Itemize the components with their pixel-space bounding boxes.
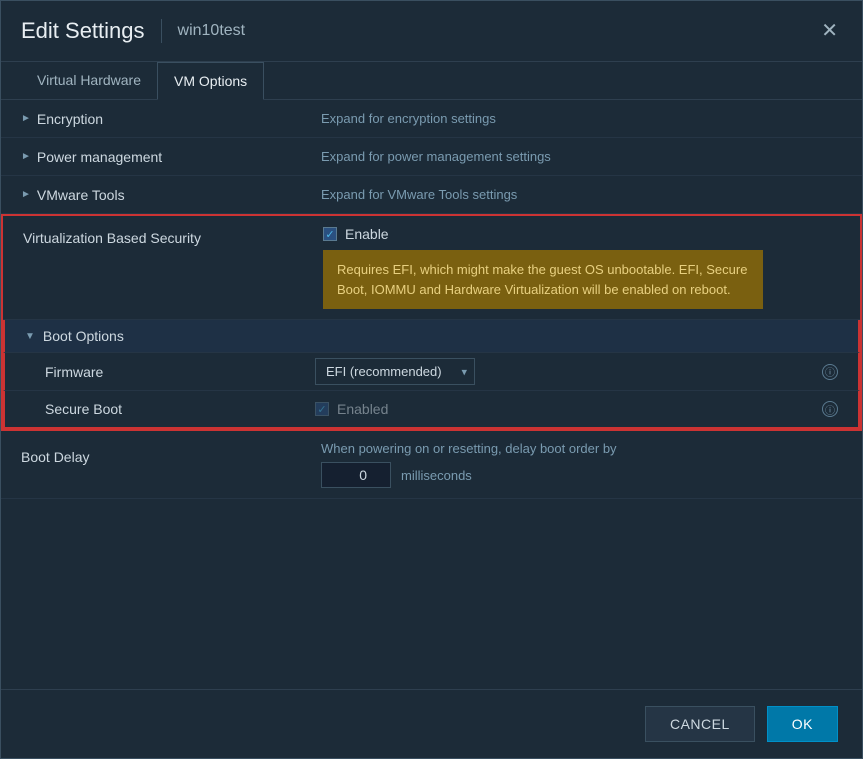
boot-options-chevron: ▼ — [25, 331, 35, 342]
content-area: ► Encryption Expand for encryption setti… — [1, 100, 862, 689]
boot-delay-controls: When powering on or resetting, delay boo… — [321, 441, 617, 488]
vmware-tools-label: ► VMware Tools — [21, 187, 321, 203]
vbs-enable-row: ✓ Enable — [323, 226, 763, 242]
milliseconds-label: milliseconds — [401, 468, 472, 483]
vbs-row: Virtualization Based Security ✓ Enable R… — [3, 216, 860, 320]
vbs-enable-checkbox[interactable]: ✓ — [323, 227, 337, 241]
secure-boot-value: Enabled — [337, 401, 388, 417]
tab-virtual-hardware[interactable]: Virtual Hardware — [21, 62, 157, 100]
power-management-chevron: ► — [21, 151, 31, 162]
tab-bar: Virtual Hardware VM Options — [1, 62, 862, 100]
vbs-warning: Requires EFI, which might make the guest… — [323, 250, 763, 309]
vbs-enable-label: Enable — [345, 226, 389, 242]
firmware-info-icon[interactable]: ⓘ — [822, 364, 838, 380]
vbs-label: Virtualization Based Security — [23, 226, 323, 246]
firmware-row: Firmware EFI (recommended) ⓘ — [3, 353, 860, 391]
close-button[interactable]: ✕ — [817, 17, 842, 45]
power-management-label: ► Power management — [21, 149, 321, 165]
secure-boot-check-mark: ✓ — [317, 403, 326, 416]
vmware-tools-description: Expand for VMware Tools settings — [321, 187, 517, 202]
boot-delay-description: When powering on or resetting, delay boo… — [321, 441, 617, 456]
dialog-title: Edit Settings — [21, 18, 145, 44]
edit-settings-dialog: Edit Settings win10test ✕ Virtual Hardwa… — [0, 0, 863, 759]
firmware-select-wrapper: EFI (recommended) — [315, 358, 475, 385]
vmware-tools-chevron: ► — [21, 189, 31, 200]
check-mark: ✓ — [325, 228, 334, 241]
firmware-label: Firmware — [45, 364, 315, 380]
ok-button[interactable]: OK — [767, 706, 838, 742]
secure-boot-checkbox-row: ✓ Enabled — [315, 401, 388, 417]
cancel-button[interactable]: CANCEL — [645, 706, 755, 742]
vbs-section: Virtualization Based Security ✓ Enable R… — [1, 214, 862, 431]
encryption-description: Expand for encryption settings — [321, 111, 496, 126]
dialog-footer: CANCEL OK — [1, 689, 862, 758]
power-management-description: Expand for power management settings — [321, 149, 551, 164]
secure-boot-info-icon[interactable]: ⓘ — [822, 401, 838, 417]
boot-delay-input[interactable] — [321, 462, 391, 488]
firmware-control: EFI (recommended) ⓘ — [315, 358, 838, 385]
header-separator — [161, 19, 162, 43]
encryption-row[interactable]: ► Encryption Expand for encryption setti… — [1, 100, 862, 138]
vmware-tools-row[interactable]: ► VMware Tools Expand for VMware Tools s… — [1, 176, 862, 214]
boot-options-label: ▼ Boot Options — [25, 328, 124, 344]
encryption-label: ► Encryption — [21, 111, 321, 127]
power-management-row[interactable]: ► Power management Expand for power mana… — [1, 138, 862, 176]
boot-delay-row: Boot Delay When powering on or resetting… — [1, 431, 862, 498]
boot-delay-input-row: milliseconds — [321, 462, 617, 488]
vm-name: win10test — [178, 22, 246, 40]
vbs-controls: ✓ Enable Requires EFI, which might make … — [323, 226, 763, 309]
secure-boot-checkbox: ✓ — [315, 402, 329, 416]
firmware-select[interactable]: EFI (recommended) — [315, 358, 475, 385]
secure-boot-control: ✓ Enabled ⓘ — [315, 401, 838, 417]
dialog-header: Edit Settings win10test ✕ — [1, 1, 862, 62]
secure-boot-row: Secure Boot ✓ Enabled ⓘ — [3, 391, 860, 429]
secure-boot-label: Secure Boot — [45, 401, 315, 417]
content-wrapper: ► Encryption Expand for encryption setti… — [1, 100, 862, 499]
boot-options-header[interactable]: ▼ Boot Options — [3, 320, 860, 353]
encryption-chevron: ► — [21, 113, 31, 124]
tab-vm-options[interactable]: VM Options — [157, 62, 264, 100]
boot-delay-section: Boot Delay When powering on or resetting… — [1, 431, 862, 499]
boot-delay-label: Boot Delay — [21, 441, 321, 465]
